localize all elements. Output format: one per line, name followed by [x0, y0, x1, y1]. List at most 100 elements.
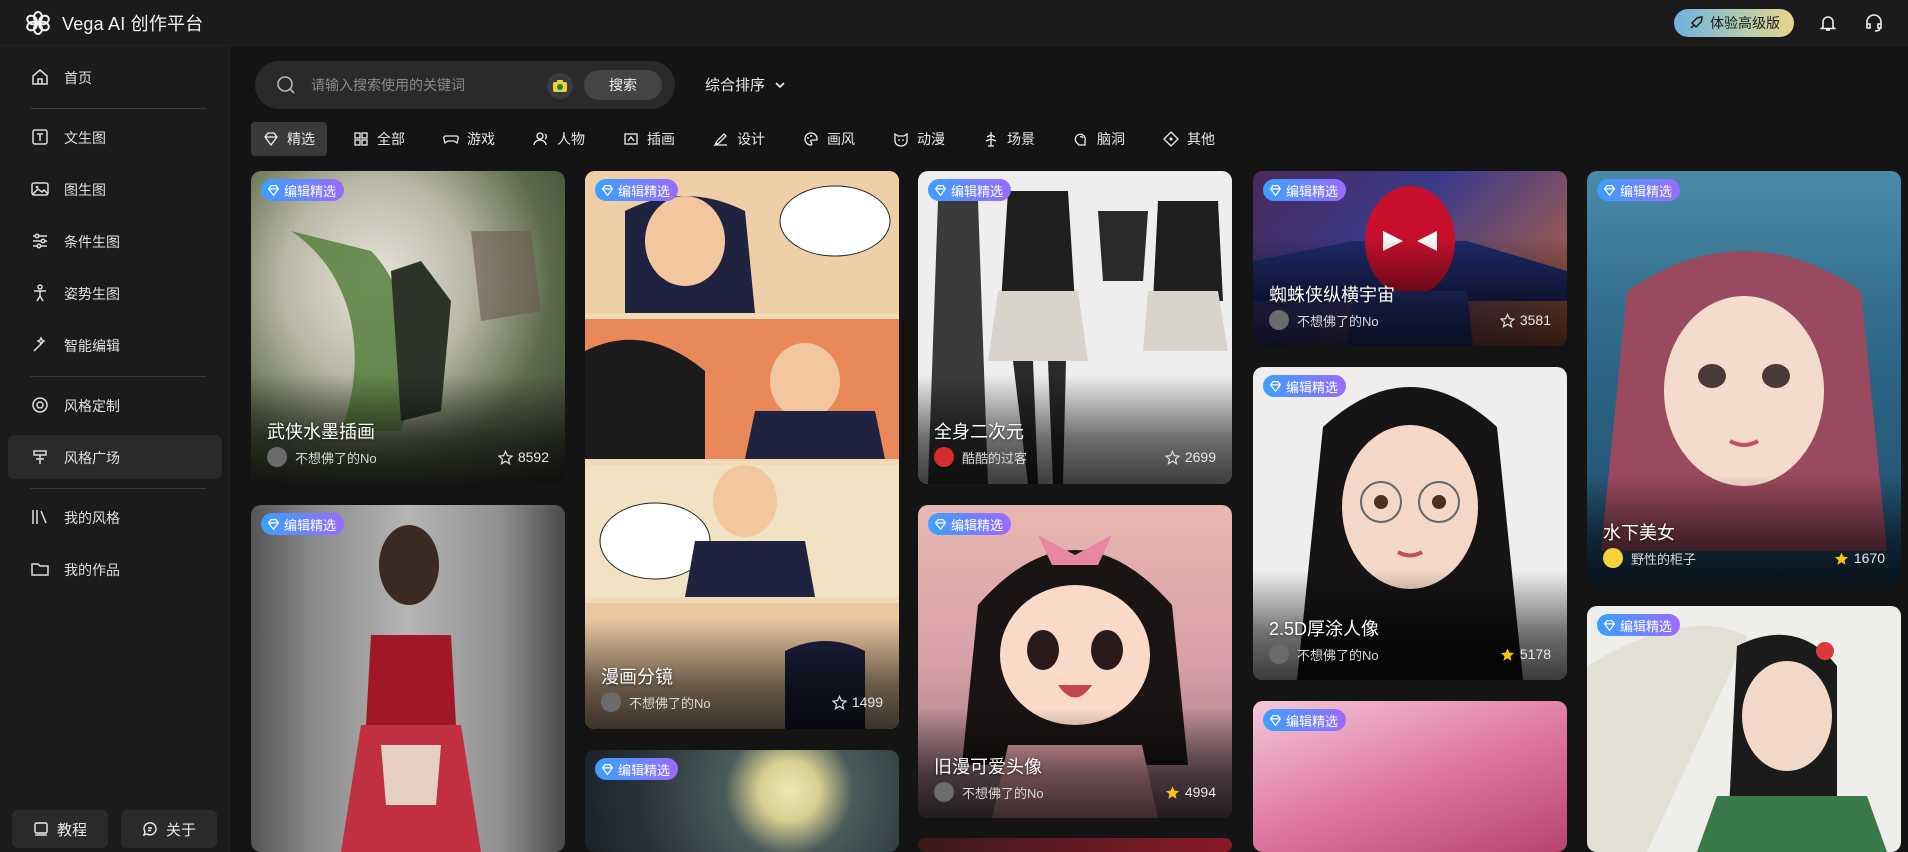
- diamond-icon: [934, 184, 947, 196]
- style-card[interactable]: 编辑精选 水下美女 野性的柜子 1670: [1587, 171, 1901, 585]
- style-card[interactable]: 编辑精选 2.5D厚涂人像 不想佛了的No 5178: [1253, 367, 1567, 680]
- style-card[interactable]: [918, 838, 1232, 852]
- style-card[interactable]: 编辑精选 旧漫可爱头像 不想佛了的No 4994: [918, 505, 1232, 818]
- badge-label: 编辑精选: [951, 517, 1004, 533]
- badge-label: 编辑精选: [284, 517, 337, 533]
- sidebar-item-home[interactable]: 首页: [8, 55, 222, 99]
- image-search-button[interactable]: [547, 73, 573, 99]
- tab-illustration[interactable]: 插画: [611, 122, 687, 156]
- likes-count: 1499: [851, 694, 883, 710]
- about-button[interactable]: 关于: [121, 810, 217, 848]
- star-icon: [497, 449, 513, 465]
- avatar: [934, 782, 954, 802]
- badge-label: 编辑精选: [618, 762, 671, 778]
- diamond-icon: [1603, 184, 1616, 196]
- sidebar-item-image-to-image[interactable]: 图生图: [8, 167, 222, 211]
- sort-dropdown[interactable]: 综合排序: [705, 74, 787, 95]
- about-label: 关于: [165, 821, 196, 839]
- tab-label: 游戏: [467, 131, 495, 147]
- editor-pick-badge: 编辑精选: [1263, 375, 1347, 397]
- bell-icon[interactable]: [1816, 11, 1840, 35]
- badge-label: 编辑精选: [1286, 183, 1339, 199]
- tab-design[interactable]: 设计: [701, 122, 777, 156]
- sidebar-item-pose[interactable]: 姿势生图: [8, 271, 222, 315]
- tab-anime[interactable]: 动漫: [881, 122, 957, 156]
- card-meta: 不想佛了的No 8592: [267, 446, 549, 468]
- sidebar-item-style-custom[interactable]: 风格定制: [8, 383, 222, 427]
- style-card[interactable]: 编辑精选: [1253, 701, 1567, 852]
- tutorial-icon: [34, 822, 48, 836]
- star-filled-icon: [1834, 551, 1848, 565]
- avatar: [1269, 644, 1289, 664]
- card-title: 旧漫可爱头像: [934, 757, 1042, 777]
- card-meta: 野性的柜子 1670: [1603, 547, 1885, 569]
- sidebar-item-style-square[interactable]: 风格广场: [8, 435, 222, 479]
- sidebar-item-smart-edit[interactable]: 智能编辑: [8, 323, 222, 367]
- editor-pick-badge: 编辑精选: [1263, 179, 1347, 201]
- badge-label: 编辑精选: [1286, 379, 1339, 395]
- style-card[interactable]: 编辑精选 武侠水墨插画 不想佛了的No 8592: [251, 171, 565, 484]
- sidebar-item-conditional[interactable]: 条件生图: [8, 219, 222, 263]
- camera-icon: [553, 80, 567, 92]
- style-card[interactable]: 编辑精选: [251, 505, 565, 852]
- pen-icon: [713, 133, 727, 147]
- sidebar-item-my-works[interactable]: 我的作品: [8, 547, 222, 591]
- diamond-icon: [267, 184, 280, 196]
- logo[interactable]: Vega AI 创作平台: [24, 9, 203, 37]
- card-author: 酷酷的过客: [962, 450, 1028, 466]
- likes-count: 3581: [1519, 312, 1551, 328]
- editor-pick-badge: 编辑精选: [261, 513, 345, 535]
- sidebar-divider: [30, 376, 206, 377]
- card-likes[interactable]: 2699: [1164, 449, 1216, 465]
- style-card[interactable]: 编辑精选 蜘蛛侠纵横宇宙 不想佛了的No 3581: [1253, 171, 1567, 346]
- tab-scene[interactable]: 场景: [971, 122, 1047, 156]
- tab-game[interactable]: 游戏: [431, 122, 507, 156]
- tab-label: 人物: [557, 131, 585, 147]
- tab-brainstorm[interactable]: 脑洞: [1061, 122, 1137, 156]
- top-bar: Vega AI 创作平台 体验高级版: [0, 0, 1908, 46]
- avatar: [267, 447, 287, 467]
- star-filled-icon: [1165, 785, 1179, 799]
- style-card[interactable]: 编辑精选: [585, 750, 899, 852]
- tab-other[interactable]: 其他: [1151, 122, 1227, 156]
- sidebar-item-label: 我的作品: [64, 562, 120, 578]
- style-card[interactable]: 编辑精选: [1587, 606, 1901, 852]
- sidebar-item-text-to-image[interactable]: 文生图: [8, 115, 222, 159]
- search-button[interactable]: 搜索: [584, 70, 662, 100]
- search-bar: 搜索: [255, 61, 675, 109]
- sidebar-item-label: 图生图: [64, 182, 106, 198]
- card-likes[interactable]: 1499: [831, 694, 883, 710]
- style-card[interactable]: 编辑精选 全身二次元 酷酷的过客 2699: [918, 171, 1232, 484]
- card-title: 蜘蛛侠纵横宇宙: [1269, 285, 1395, 305]
- tab-label: 全部: [377, 131, 405, 147]
- chat-icon: [142, 822, 157, 837]
- tab-label: 设计: [737, 131, 765, 147]
- editor-pick-badge: 编辑精选: [1263, 709, 1347, 731]
- search-input[interactable]: [311, 73, 521, 97]
- card-artwork: [341, 525, 481, 852]
- sidebar-item-label: 智能编辑: [64, 338, 120, 354]
- card-likes[interactable]: 4994: [1165, 784, 1216, 800]
- card-meta: 不想佛了的No 4994: [934, 781, 1216, 803]
- tab-people[interactable]: 人物: [521, 122, 597, 156]
- card-artwork: [1587, 626, 1887, 852]
- card-likes[interactable]: 1670: [1834, 550, 1885, 566]
- headset-icon[interactable]: [1862, 11, 1886, 35]
- tab-featured[interactable]: 精选: [251, 122, 327, 156]
- home-icon: [32, 69, 48, 85]
- card-likes[interactable]: 5178: [1500, 646, 1551, 662]
- badge-label: 编辑精选: [951, 183, 1004, 199]
- tab-all[interactable]: 全部: [341, 122, 417, 156]
- card-likes[interactable]: 3581: [1499, 312, 1551, 328]
- diamond-icon: [1269, 380, 1282, 392]
- style-card[interactable]: 编辑精选 漫画分镜 不想佛了的No 1499: [585, 171, 899, 729]
- upgrade-label: 体验高级版: [1710, 15, 1780, 31]
- tab-art-style[interactable]: 画风: [791, 122, 867, 156]
- tutorial-button[interactable]: 教程: [12, 810, 108, 848]
- diamond-icon: [267, 518, 280, 530]
- card-likes[interactable]: 8592: [497, 449, 549, 465]
- chevron-down-icon: [775, 81, 785, 88]
- sidebar-item-my-style[interactable]: 我的风格: [8, 495, 222, 539]
- badge-label: 编辑精选: [1620, 183, 1673, 199]
- upgrade-button[interactable]: 体验高级版: [1674, 9, 1794, 37]
